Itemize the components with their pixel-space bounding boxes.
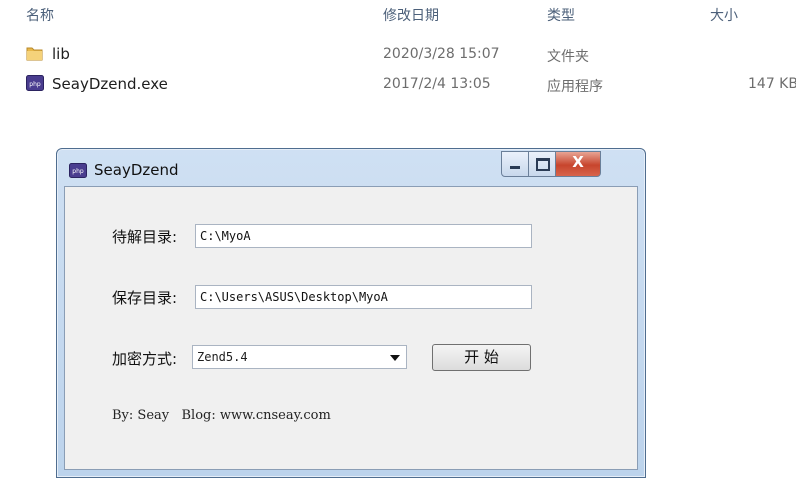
file-modified: 2017/2/4 13:05 — [383, 76, 491, 92]
author-footer: By: Seay Blog: www.cnseay.com — [112, 408, 331, 423]
file-row-seaydzend[interactable]: php SeayDzend.exe 2017/2/4 13:05 应用程序 14… — [0, 72, 796, 96]
close-icon: X — [572, 153, 584, 171]
save-dir-input[interactable]: C:\Users\ASUS\Desktop\MyoA — [195, 285, 532, 309]
chevron-down-icon — [390, 355, 400, 361]
encrypt-method-select[interactable]: Zend5.4 — [192, 345, 407, 369]
svg-text:php: php — [29, 81, 41, 88]
file-name: SeayDzend.exe — [52, 75, 168, 93]
column-size[interactable]: 大小 — [710, 5, 738, 25]
dialog-body: 待解目录: C:\MyoA 保存目录: C:\Users\ASUS\Deskto… — [64, 186, 638, 470]
seaydzend-window: php SeayDzend X 待解目录: C:\MyoA 保存目录: C:\U… — [56, 148, 646, 478]
folder-icon — [26, 47, 43, 61]
close-button[interactable]: X — [555, 151, 601, 177]
file-list-header: 名称 修改日期 类型 大小 — [0, 0, 796, 28]
file-name: lib — [52, 45, 70, 63]
column-type[interactable]: 类型 — [547, 5, 575, 25]
window-title: SeayDzend — [94, 161, 179, 179]
file-type: 文件夹 — [547, 49, 589, 65]
start-button[interactable]: 开 始 — [432, 344, 531, 371]
column-name[interactable]: 名称 — [26, 5, 54, 25]
minimize-button[interactable] — [501, 151, 529, 177]
decrypt-dir-input[interactable]: C:\MyoA — [195, 224, 532, 248]
decrypt-dir-label: 待解目录: — [112, 228, 178, 246]
save-dir-label: 保存目录: — [112, 289, 178, 307]
file-type: 应用程序 — [547, 79, 603, 95]
column-modified[interactable]: 修改日期 — [383, 5, 439, 25]
encrypt-method-label: 加密方式: — [112, 350, 178, 368]
app-icon: php — [69, 163, 87, 178]
file-size: 147 KB — [748, 76, 796, 92]
maximize-button[interactable] — [528, 151, 556, 177]
exe-icon: php — [26, 75, 44, 91]
file-row-lib[interactable]: lib 2020/3/28 15:07 文件夹 — [0, 42, 796, 66]
encrypt-method-value: Zend5.4 — [197, 350, 248, 364]
file-modified: 2020/3/28 15:07 — [383, 46, 500, 62]
svg-text:php: php — [72, 168, 84, 175]
